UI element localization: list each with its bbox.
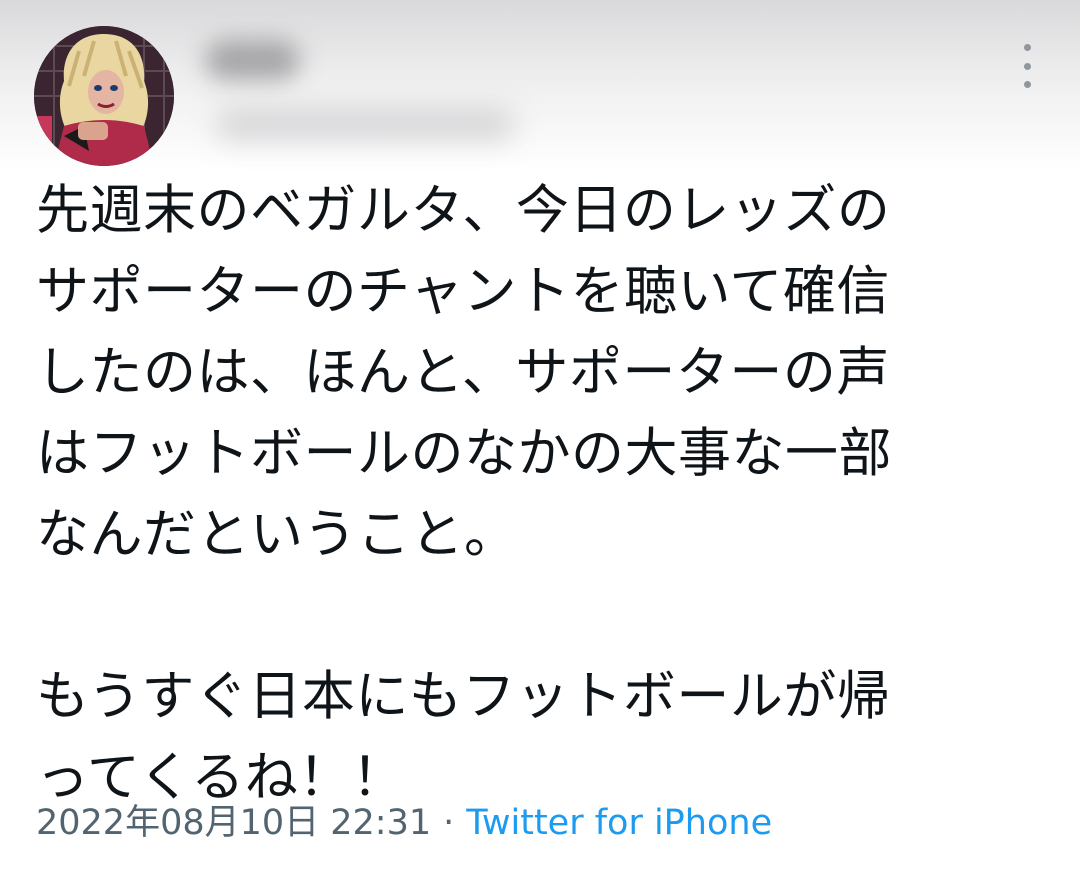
tweet-card: 先週末のベガルタ、今日のレッズの サポーターのチャントを聴いて確信 したのは、ほ… bbox=[0, 0, 1080, 872]
meta-separator: · bbox=[443, 803, 455, 843]
dot-icon bbox=[1023, 81, 1031, 88]
blurred-username bbox=[215, 108, 515, 140]
dot-icon bbox=[1023, 44, 1031, 51]
tweet-meta: 2022年08月10日 22:31 · Twitter for iPhone bbox=[36, 800, 772, 846]
tweet-timestamp[interactable]: 2022年08月10日 22:31 bbox=[36, 803, 431, 843]
avatar-image bbox=[34, 26, 174, 166]
blurred-display-name bbox=[205, 40, 300, 80]
dot-icon bbox=[1023, 62, 1031, 70]
tweet-text: 先週末のベガルタ、今日のレッズの サポーターのチャントを聴いて確信 したのは、ほ… bbox=[36, 180, 892, 808]
user-avatar[interactable] bbox=[34, 26, 174, 166]
more-vertical-icon[interactable] bbox=[1012, 44, 1042, 88]
tweet-source-link[interactable]: Twitter for iPhone bbox=[466, 803, 772, 843]
